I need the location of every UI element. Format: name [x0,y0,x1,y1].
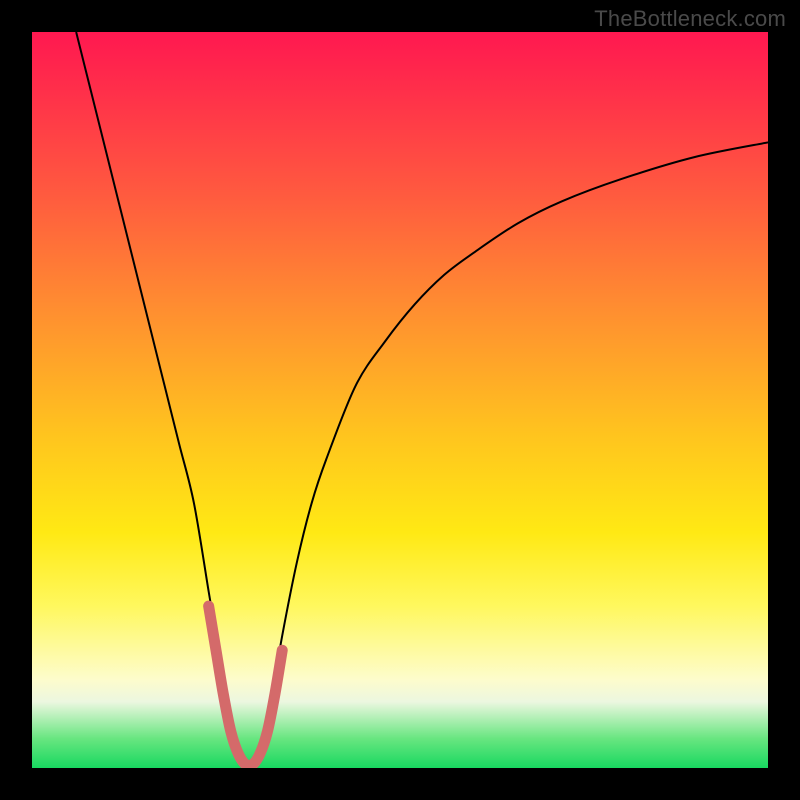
series-emphasis-segment [209,606,283,766]
watermark-label: TheBottleneck.com [594,6,786,32]
chart-frame: TheBottleneck.com [0,0,800,800]
plot-area [32,32,768,768]
chart-svg [32,32,768,768]
series-curve [76,32,768,766]
